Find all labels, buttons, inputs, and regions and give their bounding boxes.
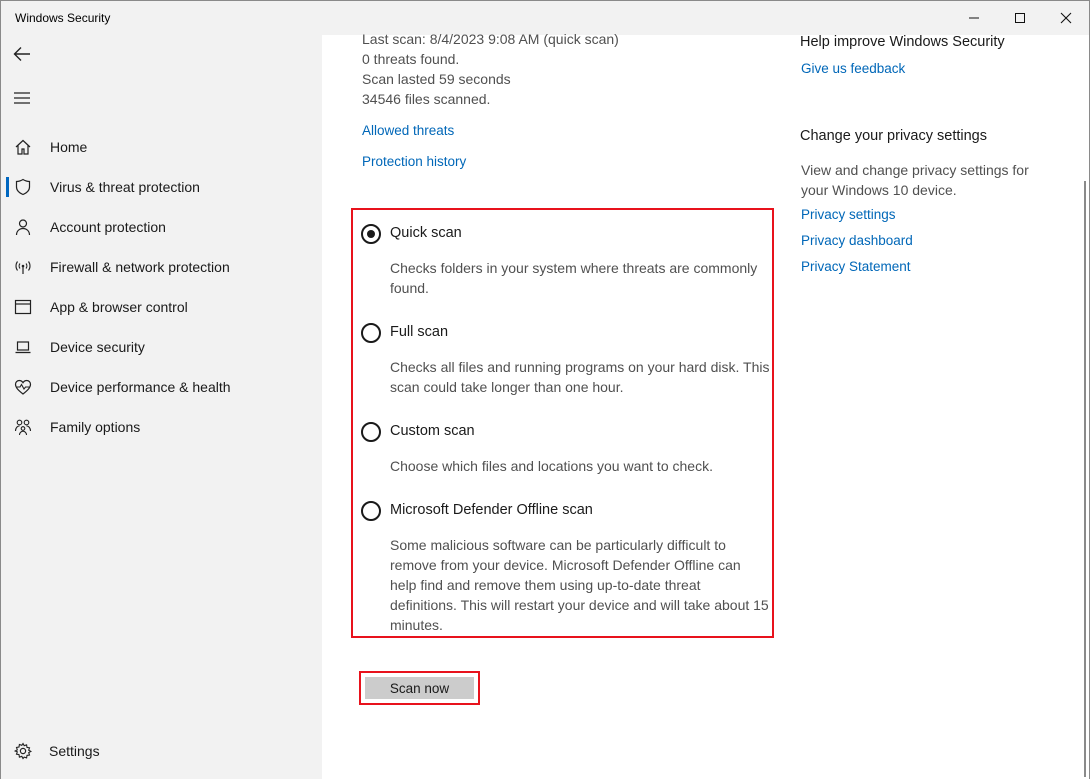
sidebar-item-app-browser-control[interactable]: App & browser control — [1, 287, 322, 327]
privacy-settings-link[interactable]: Privacy settings — [801, 207, 896, 222]
family-icon — [13, 417, 33, 437]
quick-scan-description: Checks folders in your system where thre… — [390, 260, 758, 296]
back-button[interactable] — [7, 39, 37, 69]
sidebar-item-label: Device security — [50, 339, 145, 355]
sidebar-item-settings[interactable]: Settings — [1, 731, 322, 771]
sidebar-item-account-protection[interactable]: Account protection — [1, 207, 322, 247]
maximize-icon — [1015, 13, 1025, 23]
sidebar-item-label: Device performance & health — [50, 379, 231, 395]
scan-options-group: Quick scan Checks folders in your system… — [351, 208, 774, 638]
sidebar-item-virus-threat-protection[interactable]: Virus & threat protection — [1, 167, 322, 207]
last-scan-text: Last scan: 8/4/2023 9:08 AM (quick scan) — [362, 31, 619, 47]
custom-scan-radio[interactable] — [361, 422, 381, 442]
privacy-heading: Change your privacy settings — [800, 128, 987, 144]
files-scanned-text: 34546 files scanned. — [362, 91, 491, 107]
sidebar-item-firewall-network-protection[interactable]: Firewall & network protection — [1, 247, 322, 287]
home-icon — [13, 137, 33, 157]
main-content: Last scan: 8/4/2023 9:08 AM (quick scan)… — [322, 31, 1089, 779]
hamburger-menu-icon — [14, 92, 30, 104]
settings-label: Settings — [49, 743, 100, 759]
offline-scan-description: Some malicious software can be particula… — [390, 537, 769, 633]
sidebar-item-label: App & browser control — [50, 299, 188, 315]
menu-button[interactable] — [7, 83, 37, 113]
vertical-scrollbar[interactable] — [1084, 181, 1086, 777]
sidebar-item-home[interactable]: Home — [1, 127, 322, 167]
shield-icon — [13, 177, 33, 197]
heart-pulse-icon — [13, 377, 33, 397]
gear-icon — [13, 741, 33, 761]
close-button[interactable] — [1043, 1, 1089, 35]
allowed-threats-link[interactable]: Allowed threats — [362, 123, 454, 138]
sidebar-item-family-options[interactable]: Family options — [1, 407, 322, 447]
sidebar-item-label: Firewall & network protection — [50, 259, 230, 275]
give-feedback-link[interactable]: Give us feedback — [801, 61, 905, 76]
sidebar-item-label: Family options — [50, 419, 141, 435]
scan-now-button[interactable]: Scan now — [365, 677, 474, 699]
sidebar-item-label: Account protection — [50, 219, 166, 235]
offline-scan-radio[interactable] — [361, 501, 381, 521]
help-improve-heading: Help improve Windows Security — [800, 34, 1005, 50]
scan-now-highlight: Scan now — [359, 671, 480, 705]
sidebar: Home Virus & threat protection Account p… — [1, 35, 322, 779]
custom-scan-label: Custom scan — [390, 423, 475, 439]
sidebar-item-label: Home — [50, 139, 88, 155]
offline-scan-label: Microsoft Defender Offline scan — [390, 502, 593, 518]
app-window-icon — [13, 297, 33, 317]
threats-found-text: 0 threats found. — [362, 51, 460, 67]
full-scan-radio[interactable] — [361, 323, 381, 343]
app-window: Windows Security Home Virus & threat pro… — [0, 0, 1090, 779]
sidebar-item-label: Virus & threat protection — [50, 179, 200, 195]
privacy-statement-link[interactable]: Privacy Statement — [801, 259, 911, 274]
title-bar: Windows Security — [1, 1, 1089, 35]
protection-history-link[interactable]: Protection history — [362, 154, 466, 169]
minimize-icon — [969, 17, 979, 19]
back-arrow-icon — [13, 47, 30, 61]
maximize-button[interactable] — [997, 1, 1043, 35]
window-title: Windows Security — [15, 11, 111, 25]
quick-scan-label: Quick scan — [390, 225, 462, 241]
sidebar-item-device-security[interactable]: Device security — [1, 327, 322, 367]
wireless-icon — [13, 257, 33, 277]
custom-scan-description: Choose which files and locations you wan… — [390, 458, 713, 474]
full-scan-description: Checks all files and running programs on… — [390, 359, 770, 395]
quick-scan-radio[interactable] — [361, 224, 381, 244]
close-icon — [1060, 12, 1072, 24]
laptop-icon — [13, 337, 33, 357]
full-scan-label: Full scan — [390, 324, 449, 340]
privacy-description: View and change privacy settings for you… — [801, 162, 1029, 198]
minimize-button[interactable] — [951, 1, 997, 35]
scan-duration-text: Scan lasted 59 seconds — [362, 71, 511, 87]
person-icon — [13, 217, 33, 237]
sidebar-item-device-performance-health[interactable]: Device performance & health — [1, 367, 322, 407]
privacy-dashboard-link[interactable]: Privacy dashboard — [801, 233, 913, 248]
